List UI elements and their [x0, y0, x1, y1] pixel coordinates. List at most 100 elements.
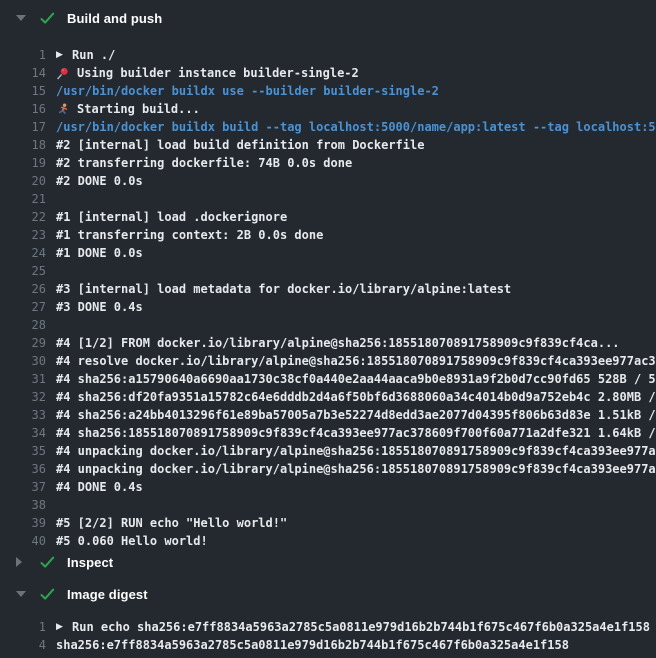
- check-success-icon: [40, 12, 55, 25]
- section-title: Image digest: [67, 587, 148, 602]
- line-number[interactable]: 14: [0, 64, 46, 82]
- workflow-log-viewer: Build and push 1 ▶Run ./ 14 Using builde…: [0, 0, 656, 658]
- line-number[interactable]: 28: [0, 316, 46, 334]
- log-line[interactable]: 1 ▶Run ./: [0, 46, 656, 64]
- line-number[interactable]: 37: [0, 478, 46, 496]
- log-lines: 1 ▶Run echo sha256:e7ff8834a5963a2785c5a…: [0, 618, 656, 654]
- line-text: #2 DONE 0.0s: [56, 172, 143, 190]
- log-line: 18 #2 [internal] load build definition f…: [0, 136, 656, 154]
- line-text: #4 resolve docker.io/library/alpine@sha2…: [56, 352, 656, 370]
- log-line: 17 /usr/bin/docker buildx build --tag lo…: [0, 118, 656, 136]
- expand-arrow-icon[interactable]: ▶: [56, 618, 72, 636]
- line-number[interactable]: 23: [0, 226, 46, 244]
- line-number[interactable]: 35: [0, 442, 46, 460]
- caret-down-icon: [16, 591, 32, 597]
- log-line: 28: [0, 316, 656, 334]
- line-number[interactable]: 34: [0, 424, 46, 442]
- line-number[interactable]: 1: [0, 46, 46, 64]
- line-number[interactable]: 38: [0, 496, 46, 514]
- line-text: #5 [2/2] RUN echo "Hello world!": [56, 514, 287, 532]
- line-number[interactable]: 21: [0, 190, 46, 208]
- log-line: 24 #1 DONE 0.0s: [0, 244, 656, 262]
- section-header-build-and-push[interactable]: Build and push: [0, 8, 656, 28]
- log-line: 30 #4 resolve docker.io/library/alpine@s…: [0, 352, 656, 370]
- line-number[interactable]: 33: [0, 406, 46, 424]
- line-text: #4 unpacking docker.io/library/alpine@sh…: [56, 442, 656, 460]
- line-number[interactable]: 32: [0, 388, 46, 406]
- line-number[interactable]: 4: [0, 636, 46, 654]
- line-number[interactable]: 25: [0, 262, 46, 280]
- log-line: 20 #2 DONE 0.0s: [0, 172, 656, 190]
- line-number[interactable]: 20: [0, 172, 46, 190]
- line-text: #1 [internal] load .dockerignore: [56, 208, 287, 226]
- line-text: #2 transferring dockerfile: 74B 0.0s don…: [56, 154, 352, 172]
- log-line: 22 #1 [internal] load .dockerignore: [0, 208, 656, 226]
- log-line: 27 #3 DONE 0.4s: [0, 298, 656, 316]
- log-line: 23 #1 transferring context: 2B 0.0s done: [0, 226, 656, 244]
- line-number[interactable]: 39: [0, 514, 46, 532]
- line-text: #4 sha256:a15790640a6690aa1730c38cf0a440…: [56, 370, 656, 388]
- log-line: 16 Starting build...: [0, 100, 656, 118]
- line-number[interactable]: 30: [0, 352, 46, 370]
- log-line: 40 #5 0.060 Hello world!: [0, 532, 656, 550]
- check-success-icon: [40, 556, 55, 569]
- line-text: #5 0.060 Hello world!: [56, 532, 208, 550]
- line-text: Run ./: [72, 46, 115, 64]
- line-number[interactable]: 40: [0, 532, 46, 550]
- log-section-build-and-push: Build and push 1 ▶Run ./ 14 Using builde…: [0, 0, 656, 550]
- line-number[interactable]: 15: [0, 82, 46, 100]
- line-text: Run echo sha256:e7ff8834a5963a2785c5a081…: [72, 618, 650, 636]
- log-line: 38: [0, 496, 656, 514]
- log-line: 25: [0, 262, 656, 280]
- line-text: #1 transferring context: 2B 0.0s done: [56, 226, 323, 244]
- log-line: 36 #4 unpacking docker.io/library/alpine…: [0, 460, 656, 478]
- log-section-image-digest: Image digest 1 ▶Run echo sha256:e7ff8834…: [0, 584, 656, 654]
- line-text: Starting build...: [77, 100, 200, 118]
- caret-down-icon: [16, 15, 32, 21]
- log-line: 33 #4 sha256:a24bb4013296f61e89ba57005a7…: [0, 406, 656, 424]
- check-success-icon: [40, 588, 55, 601]
- log-line: 26 #3 [internal] load metadata for docke…: [0, 280, 656, 298]
- log-line[interactable]: 1 ▶Run echo sha256:e7ff8834a5963a2785c5a…: [0, 618, 656, 636]
- line-text: sha256:e7ff8834a5963a2785c5a0811e979d16b…: [56, 636, 569, 654]
- line-text: #4 sha256:a24bb4013296f61e89ba57005a7b3e…: [56, 406, 656, 424]
- log-line: 37 #4 DONE 0.4s: [0, 478, 656, 496]
- line-text: /usr/bin/docker buildx use --builder bui…: [56, 82, 439, 100]
- line-number[interactable]: 16: [0, 100, 46, 118]
- log-line: 4 sha256:e7ff8834a5963a2785c5a0811e979d1…: [0, 636, 656, 654]
- line-number[interactable]: 24: [0, 244, 46, 262]
- line-number[interactable]: 36: [0, 460, 46, 478]
- line-number[interactable]: 26: [0, 280, 46, 298]
- line-text: #3 [internal] load metadata for docker.i…: [56, 280, 511, 298]
- runner-icon: [56, 103, 69, 116]
- line-number[interactable]: 1: [0, 618, 46, 636]
- section-header-inspect[interactable]: Inspect: [0, 552, 656, 572]
- section-title: Build and push: [67, 11, 162, 26]
- line-text: #1 DONE 0.0s: [56, 244, 143, 262]
- line-text: #2 [internal] load build definition from…: [56, 136, 424, 154]
- line-number[interactable]: 27: [0, 298, 46, 316]
- line-number[interactable]: 18: [0, 136, 46, 154]
- line-text: #3 DONE 0.4s: [56, 298, 143, 316]
- line-text: Using builder instance builder-single-2: [77, 64, 359, 82]
- line-number[interactable]: 17: [0, 118, 46, 136]
- log-section-inspect: Inspect: [0, 552, 656, 572]
- pushpin-icon: [56, 67, 69, 80]
- line-text: #4 sha256:df20fa9351a15782c64e6dddb2d4a6…: [56, 388, 656, 406]
- expand-arrow-icon[interactable]: ▶: [56, 46, 72, 64]
- line-number[interactable]: 19: [0, 154, 46, 172]
- log-line: 32 #4 sha256:df20fa9351a15782c64e6dddb2d…: [0, 388, 656, 406]
- line-text: #4 unpacking docker.io/library/alpine@sh…: [56, 460, 656, 478]
- section-header-image-digest[interactable]: Image digest: [0, 584, 656, 604]
- line-number[interactable]: 29: [0, 334, 46, 352]
- log-line: 21: [0, 190, 656, 208]
- line-text: /usr/bin/docker buildx build --tag local…: [56, 118, 656, 136]
- section-title: Inspect: [67, 555, 113, 570]
- line-number[interactable]: 22: [0, 208, 46, 226]
- line-text: #4 DONE 0.4s: [56, 478, 143, 496]
- log-line: 15 /usr/bin/docker buildx use --builder …: [0, 82, 656, 100]
- line-number[interactable]: 31: [0, 370, 46, 388]
- log-line: 35 #4 unpacking docker.io/library/alpine…: [0, 442, 656, 460]
- log-line: 19 #2 transferring dockerfile: 74B 0.0s …: [0, 154, 656, 172]
- line-text: #4 [1/2] FROM docker.io/library/alpine@s…: [56, 334, 620, 352]
